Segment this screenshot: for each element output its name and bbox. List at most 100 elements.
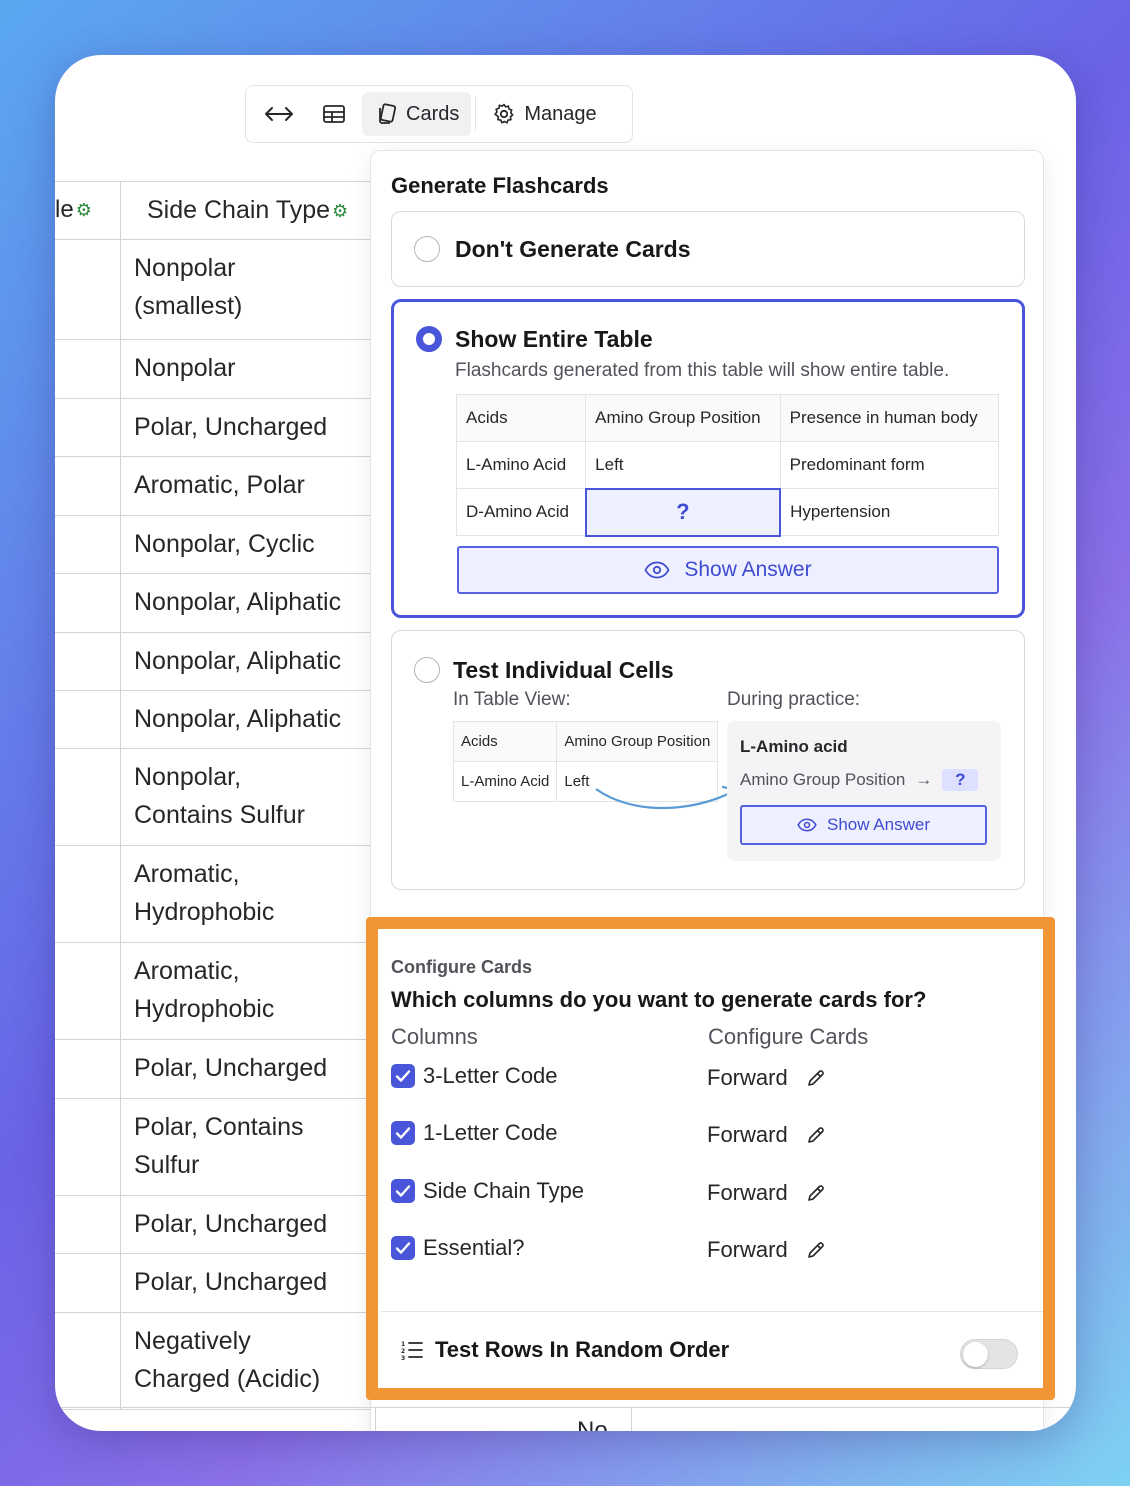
view-toolbar: Cards Manage [245,85,633,143]
pencil-icon[interactable] [806,1068,826,1088]
table-icon [323,105,345,123]
columns-header: Columns [391,1024,478,1049]
table-row[interactable]: Nonpolar, Cyclic [55,516,371,574]
table-row[interactable]: Aromatic, Hydrophobic [55,943,371,1040]
option-show-entire-table[interactable]: Show Entire Table Flashcards generated f… [391,299,1025,618]
table-body: Nonpolar (smallest) Nonpolar Polar, Unchar… [55,240,371,1410]
table-row[interactable]: Nonpolar, Contains Sulfur [55,749,371,846]
arrow-right-icon: → [915,770,933,789]
checkmark-icon [395,1070,411,1082]
side-chain-type-cell: Nonpolar, Aliphatic [134,588,342,616]
option-dont-generate[interactable]: Don't Generate Cards [391,211,1025,287]
column-checkbox-row[interactable]: 3-Letter Code [391,1063,558,1089]
column-divider [120,574,121,632]
checkbox-checked[interactable] [391,1064,415,1088]
side-chain-type-cell: Aromatic, Hydrophobic [134,860,275,926]
card-direction-label: Forward [707,1180,788,1205]
show-answer-button[interactable]: Show Answer [457,546,999,594]
random-order-row: 123 Test Rows In Random Order [401,1337,729,1363]
side-chain-type-cell: Aromatic, Hydrophobic [134,957,275,1023]
table-row[interactable]: Polar, Contains Sulfur [55,1099,371,1196]
column-divider [120,340,121,398]
radio-dont-generate[interactable] [414,236,440,262]
column-checkbox-row[interactable]: Essential? [391,1235,525,1261]
column-divider [120,749,121,845]
side-chain-type-cell: Nonpolar (smallest) [134,254,243,320]
svg-text:3: 3 [401,1355,405,1360]
practice-card-title: L-Amino acid [740,737,848,756]
table-cell: D-Amino Acid [455,488,587,536]
side-chain-type-cell: Polar, Contains Sulfur [134,1113,304,1179]
table-row[interactable]: Nonpolar [55,340,371,399]
column-name: 3-Letter Code [423,1063,558,1088]
option-title: Test Individual Cells [453,657,674,683]
column-checkbox-row[interactable]: 1-Letter Code [391,1120,558,1146]
random-order-toggle[interactable] [960,1339,1018,1369]
column-divider [120,516,121,573]
example-table: Acids Amino Group Position Presence in h… [455,394,1000,537]
table-header-cell: Amino Group Position [556,721,719,762]
svg-text:2: 2 [401,1348,405,1355]
hidden-answer-cell: ? [584,487,782,537]
practice-field-label: Amino Group Position [740,770,906,789]
expand-width-button[interactable] [252,92,306,136]
table-row[interactable]: Aromatic, Polar [55,457,371,516]
table-bottom-line [55,1407,1076,1408]
table-header-cell: Acids [452,721,558,762]
table-view-button[interactable] [310,92,358,136]
cards-view-button[interactable]: Cards [362,92,472,136]
table-row[interactable]: Nonpolar, Aliphatic [55,633,371,691]
radio-test-individual-cells[interactable] [414,657,440,683]
option-test-individual-cells[interactable]: Test Individual Cells In Table View: Dur… [391,630,1025,890]
side-chain-type-cell: Polar, Uncharged [134,1210,328,1238]
column-divider [120,691,121,748]
column-divider [120,633,121,690]
pencil-icon[interactable] [806,1183,826,1203]
show-answer-button[interactable]: Show Answer [740,805,987,845]
column-divider [120,1254,121,1312]
card-direction-setting: Forward [707,1237,826,1263]
checkbox-checked[interactable] [391,1121,415,1145]
manage-button[interactable]: Manage [480,92,608,136]
table-header: le ⚙ Side Chain Type ⚙ [55,181,371,241]
checkmark-icon [395,1127,411,1139]
table-row[interactable]: Nonpolar, Aliphatic [55,574,371,633]
side-chain-type-cell: Nonpolar, Aliphatic [134,647,342,675]
checkbox-checked[interactable] [391,1236,415,1260]
cards-label: Cards [406,102,460,125]
option-title: Show Entire Table [455,326,653,352]
option-title: Don't Generate Cards [455,236,691,262]
table-row[interactable]: Nonpolar, Aliphatic [55,691,371,749]
table-row[interactable]: Polar, Uncharged [55,399,371,457]
column-checkbox-row[interactable]: Side Chain Type [391,1178,584,1204]
table-row[interactable]: Polar, Uncharged [55,1040,371,1099]
radio-show-entire-table[interactable] [416,326,442,352]
toggle-knob [963,1342,988,1367]
column-header-essential[interactable]: le ⚙ [55,196,92,224]
practice-field-row: Amino Group Position → ? [740,769,979,791]
table-cell: L-Amino Acid [452,761,558,802]
table-cell: Predominant form [779,441,1000,489]
toolbar-divider [475,97,477,131]
table-peek-cell: No [577,1417,608,1431]
table-row[interactable]: Polar, Uncharged [55,1196,371,1254]
random-order-label: Test Rows In Random Order [435,1337,730,1362]
table-row[interactable]: Nonpolar (smallest) [55,240,371,340]
table-cell: Left [585,441,781,489]
table-row[interactable]: Polar, Uncharged [55,1254,371,1313]
column-name: Essential? [423,1235,525,1260]
pencil-icon[interactable] [806,1125,826,1145]
column-divider [120,1099,121,1195]
configure-section-label: Configure Cards [391,957,533,977]
column-header-side-chain-type[interactable]: Side Chain Type ⚙ [147,196,348,225]
column-name: 1-Letter Code [423,1120,558,1145]
table-row[interactable]: Aromatic, Hydrophobic [55,846,371,943]
table-bottom-divider [375,1407,376,1431]
side-chain-type-cell: Nonpolar, Contains Sulfur [134,763,305,829]
side-chain-type-cell: Polar, Uncharged [134,1268,328,1296]
card-direction-setting: Forward [707,1180,826,1206]
table-row[interactable]: Negatively Charged (Acidic) [55,1313,371,1410]
side-chain-type-cell: Negatively Charged (Acidic) [134,1327,321,1393]
checkbox-checked[interactable] [391,1179,415,1203]
pencil-icon[interactable] [806,1240,826,1260]
